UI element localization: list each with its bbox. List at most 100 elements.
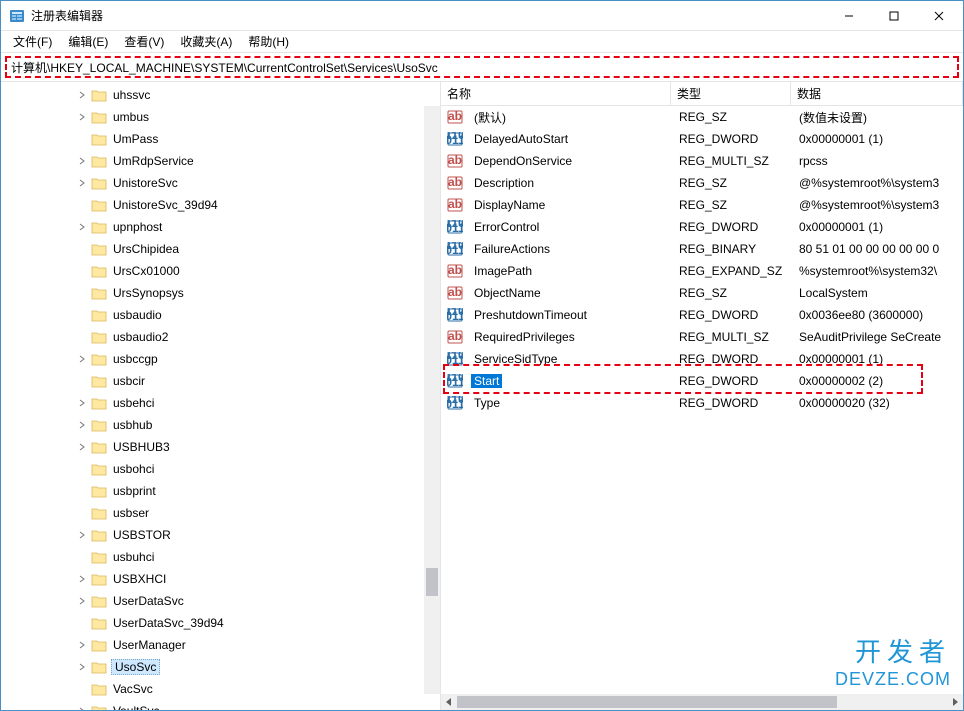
menu-file[interactable]: 文件(F)	[5, 31, 60, 52]
tree-item[interactable]: uhssvc	[1, 84, 440, 106]
tree-item[interactable]: usbohci	[1, 458, 440, 480]
tree-item[interactable]: USBSTOR	[1, 524, 440, 546]
column-header-data[interactable]: 数据	[791, 82, 963, 105]
chevron-right-icon[interactable]	[75, 660, 89, 674]
tree-item[interactable]: USBXHCI	[1, 568, 440, 590]
tree-scrollbar-thumb[interactable]	[426, 568, 438, 596]
chevron-right-icon[interactable]	[75, 110, 89, 124]
title-bar: 注册表编辑器	[1, 1, 963, 31]
scroll-left-icon[interactable]	[441, 694, 457, 710]
tree-item[interactable]: VacSvc	[1, 678, 440, 700]
tree-item[interactable]: UsoSvc	[1, 656, 440, 678]
chevron-right-icon[interactable]	[75, 638, 89, 652]
tree-item[interactable]: usbprint	[1, 480, 440, 502]
tree-item[interactable]: VaultSvc	[1, 700, 440, 710]
registry-value-row[interactable]: abDependOnServiceREG_MULTI_SZrpcss	[441, 150, 963, 172]
value-name-cell: RequiredPrivileges	[465, 330, 673, 344]
folder-icon	[91, 682, 107, 696]
list-scrollbar-horizontal[interactable]	[441, 694, 963, 710]
chevron-right-icon[interactable]	[75, 528, 89, 542]
registry-value-row[interactable]: ab(默认)REG_SZ(数值未设置)	[441, 106, 963, 128]
chevron-right-icon[interactable]	[75, 220, 89, 234]
menu-favorites[interactable]: 收藏夹(A)	[172, 31, 240, 52]
tree-item[interactable]: USBHUB3	[1, 436, 440, 458]
value-data-cell: rpcss	[793, 154, 963, 168]
chevron-right-icon[interactable]	[75, 352, 89, 366]
registry-value-row[interactable]: abRequiredPrivilegesREG_MULTI_SZSeAuditP…	[441, 326, 963, 348]
tree-item-label: UrsChipidea	[111, 242, 181, 256]
tree-expander-none	[75, 374, 89, 388]
tree-item[interactable]: UserManager	[1, 634, 440, 656]
address-bar[interactable]: 计算机\HKEY_LOCAL_MACHINE\SYSTEM\CurrentCon…	[5, 56, 959, 78]
value-name-cell: Start	[465, 374, 673, 388]
chevron-right-icon[interactable]	[75, 176, 89, 190]
tree-item-label: usbser	[111, 506, 151, 520]
folder-icon	[91, 638, 107, 652]
registry-value-row[interactable]: 110011TypeREG_DWORD0x00000020 (32)	[441, 392, 963, 414]
tree-expander-none	[75, 506, 89, 520]
value-type-cell: REG_DWORD	[673, 132, 793, 146]
menu-view[interactable]: 查看(V)	[116, 31, 172, 52]
registry-value-row[interactable]: 110011PreshutdownTimeoutREG_DWORD0x0036e…	[441, 304, 963, 326]
tree-item[interactable]: UserDataSvc_39d94	[1, 612, 440, 634]
tree-item[interactable]: usbser	[1, 502, 440, 524]
svg-text:011: 011	[447, 133, 463, 146]
tree-item[interactable]: UserDataSvc	[1, 590, 440, 612]
chevron-right-icon[interactable]	[75, 572, 89, 586]
chevron-right-icon[interactable]	[75, 440, 89, 454]
list-pane[interactable]: 名称 类型 数据 ab(默认)REG_SZ(数值未设置)110011Delaye…	[441, 82, 963, 710]
value-data-cell: 0x00000001 (1)	[793, 352, 963, 366]
tree-item[interactable]: usbhub	[1, 414, 440, 436]
svg-text:011: 011	[447, 221, 463, 234]
list-scrollbar-thumb[interactable]	[457, 696, 837, 708]
column-header-type[interactable]: 类型	[671, 82, 791, 105]
registry-value-row[interactable]: abDisplayNameREG_SZ@%systemroot%\system3	[441, 194, 963, 216]
tree-item[interactable]: usbaudio	[1, 304, 440, 326]
registry-value-row[interactable]: abDescriptionREG_SZ@%systemroot%\system3	[441, 172, 963, 194]
folder-icon	[91, 154, 107, 168]
tree-item[interactable]: usbaudio2	[1, 326, 440, 348]
tree-item[interactable]: UnistoreSvc	[1, 172, 440, 194]
registry-value-row[interactable]: abObjectNameREG_SZLocalSystem	[441, 282, 963, 304]
scroll-right-icon[interactable]	[947, 694, 963, 710]
svg-text:ab: ab	[448, 286, 462, 299]
tree-item[interactable]: umbus	[1, 106, 440, 128]
value-type-cell: REG_SZ	[673, 110, 793, 124]
minimize-button[interactable]	[826, 2, 871, 30]
chevron-right-icon[interactable]	[75, 704, 89, 710]
tree-item-label: UrsCx01000	[111, 264, 182, 278]
registry-value-row[interactable]: 110011ErrorControlREG_DWORD0x00000001 (1…	[441, 216, 963, 238]
tree-pane[interactable]: uhssvcumbusUmPassUmRdpServiceUnistoreSvc…	[1, 82, 441, 710]
tree-item[interactable]: upnphost	[1, 216, 440, 238]
tree-item[interactable]: UrsChipidea	[1, 238, 440, 260]
tree-item[interactable]: usbccgp	[1, 348, 440, 370]
value-data-cell: 0x0036ee80 (3600000)	[793, 308, 963, 322]
chevron-right-icon[interactable]	[75, 594, 89, 608]
value-type-cell: REG_SZ	[673, 198, 793, 212]
chevron-right-icon[interactable]	[75, 154, 89, 168]
registry-value-row[interactable]: 110011FailureActionsREG_BINARY80 51 01 0…	[441, 238, 963, 260]
chevron-right-icon[interactable]	[75, 88, 89, 102]
chevron-right-icon[interactable]	[75, 396, 89, 410]
registry-value-row[interactable]: 110011ServiceSidTypeREG_DWORD0x00000001 …	[441, 348, 963, 370]
folder-icon	[91, 286, 107, 300]
tree-item[interactable]: usbehci	[1, 392, 440, 414]
tree-item[interactable]: usbuhci	[1, 546, 440, 568]
tree-item[interactable]: UrsCx01000	[1, 260, 440, 282]
chevron-right-icon[interactable]	[75, 418, 89, 432]
close-button[interactable]	[916, 2, 961, 30]
tree-item[interactable]: UmPass	[1, 128, 440, 150]
registry-value-row[interactable]: abImagePathREG_EXPAND_SZ%systemroot%\sys…	[441, 260, 963, 282]
menu-help[interactable]: 帮助(H)	[240, 31, 297, 52]
column-header-name[interactable]: 名称	[441, 82, 671, 105]
tree-item[interactable]: UrsSynopsys	[1, 282, 440, 304]
maximize-button[interactable]	[871, 2, 916, 30]
tree-item[interactable]: UnistoreSvc_39d94	[1, 194, 440, 216]
tree-item-label: usbohci	[111, 462, 156, 476]
registry-value-row[interactable]: 110011StartREG_DWORD0x00000002 (2)	[441, 370, 963, 392]
tree-scrollbar-vertical[interactable]	[424, 106, 440, 694]
tree-item[interactable]: UmRdpService	[1, 150, 440, 172]
menu-edit[interactable]: 编辑(E)	[60, 31, 116, 52]
tree-item[interactable]: usbcir	[1, 370, 440, 392]
registry-value-row[interactable]: 110011DelayedAutoStartREG_DWORD0x0000000…	[441, 128, 963, 150]
